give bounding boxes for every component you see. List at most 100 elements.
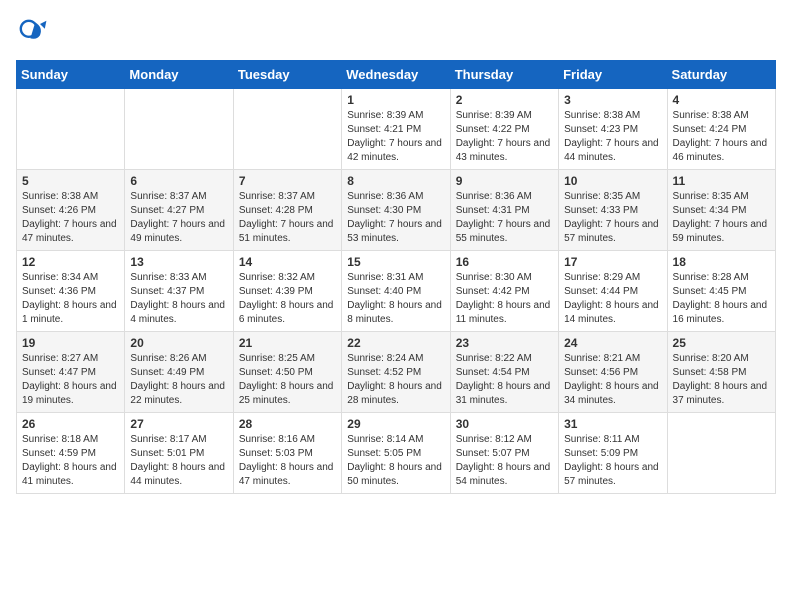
day-number: 21 [239, 336, 336, 350]
day-number: 29 [347, 417, 444, 431]
day-number: 8 [347, 174, 444, 188]
calendar-cell: 22 Sunrise: 8:24 AM Sunset: 4:52 PM Dayli… [342, 332, 450, 413]
calendar-cell: 1Sunrise: 8:39 AM Sunset: 4:21 PM Daylig… [342, 89, 450, 170]
calendar-cell: 10Sunrise: 8:35 AM Sunset: 4:33 PM Dayli… [559, 170, 667, 251]
day-info: Sunrise: 8:22 AM Sunset: 4:54 PM Dayligh… [456, 352, 553, 408]
calendar-cell: 3Sunrise: 8:38 AM Sunset: 4:23 PM Daylig… [559, 89, 667, 170]
day-number: 1 [347, 93, 444, 107]
day-info: Sunrise: 8:30 AM Sunset: 4:42 PM Dayligh… [456, 271, 553, 327]
day-number: 9 [456, 174, 553, 188]
day-number: 19 [22, 336, 119, 350]
calendar-header-row: SundayMondayTuesdayWednesdayThursdayFrid… [17, 61, 776, 89]
day-number: 31 [564, 417, 661, 431]
calendar-cell: 18 Sunrise: 8:28 AM Sunset: 4:45 PM Dayli… [667, 251, 775, 332]
calendar-cell: 7 Sunrise: 8:37 AM Sunset: 4:28 PM Daylig… [233, 170, 341, 251]
day-number: 6 [130, 174, 227, 188]
calendar-cell: 24 Sunrise: 8:21 AM Sunset: 4:56 PM Dayli… [559, 332, 667, 413]
day-info: Sunrise: 8:38 AM Sunset: 4:26 PM Dayligh… [22, 190, 119, 246]
day-info: Sunrise: 8:31 AM Sunset: 4:40 PM Dayligh… [347, 271, 444, 327]
calendar-cell: 25 Sunrise: 8:20 AM Sunset: 4:58 PM Dayli… [667, 332, 775, 413]
calendar-week-row: 1Sunrise: 8:39 AM Sunset: 4:21 PM Daylig… [17, 89, 776, 170]
day-number: 20 [130, 336, 227, 350]
day-info: Sunrise: 8:36 AM Sunset: 4:30 PM Dayligh… [347, 190, 444, 246]
day-number: 18 [673, 255, 770, 269]
day-info: Sunrise: 8:39 AM Sunset: 4:22 PM Dayligh… [456, 109, 553, 165]
day-number: 27 [130, 417, 227, 431]
day-info: Sunrise: 8:36 AM Sunset: 4:31 PM Dayligh… [456, 190, 553, 246]
calendar-cell: 4 Sunrise: 8:38 AM Sunset: 4:24 PM Daylig… [667, 89, 775, 170]
day-info: Sunrise: 8:24 AM Sunset: 4:52 PM Dayligh… [347, 352, 444, 408]
day-number: 13 [130, 255, 227, 269]
day-info: Sunrise: 8:38 AM Sunset: 4:23 PM Dayligh… [564, 109, 661, 165]
day-number: 12 [22, 255, 119, 269]
day-number: 25 [673, 336, 770, 350]
calendar-cell: 16Sunrise: 8:30 AM Sunset: 4:42 PM Dayli… [450, 251, 558, 332]
day-info: Sunrise: 8:20 AM Sunset: 4:58 PM Dayligh… [673, 352, 770, 408]
day-number: 5 [22, 174, 119, 188]
calendar-cell: 8 Sunrise: 8:36 AM Sunset: 4:30 PM Daylig… [342, 170, 450, 251]
day-info: Sunrise: 8:16 AM Sunset: 5:03 PM Dayligh… [239, 433, 336, 489]
calendar-cell [667, 413, 775, 494]
day-number: 30 [456, 417, 553, 431]
column-header-friday: Friday [559, 61, 667, 89]
day-info: Sunrise: 8:14 AM Sunset: 5:05 PM Dayligh… [347, 433, 444, 489]
day-number: 4 [673, 93, 770, 107]
calendar-cell: 30Sunrise: 8:12 AM Sunset: 5:07 PM Dayli… [450, 413, 558, 494]
calendar-cell: 6 Sunrise: 8:37 AM Sunset: 4:27 PM Daylig… [125, 170, 233, 251]
calendar-table: SundayMondayTuesdayWednesdayThursdayFrid… [16, 60, 776, 494]
page-header [16, 16, 776, 48]
calendar-cell: 17 Sunrise: 8:29 AM Sunset: 4:44 PM Dayli… [559, 251, 667, 332]
calendar-cell: 12Sunrise: 8:34 AM Sunset: 4:36 PM Dayli… [17, 251, 125, 332]
day-number: 14 [239, 255, 336, 269]
day-info: Sunrise: 8:26 AM Sunset: 4:49 PM Dayligh… [130, 352, 227, 408]
day-info: Sunrise: 8:21 AM Sunset: 4:56 PM Dayligh… [564, 352, 661, 408]
day-number: 24 [564, 336, 661, 350]
calendar-cell: 20 Sunrise: 8:26 AM Sunset: 4:49 PM Dayli… [125, 332, 233, 413]
day-info: Sunrise: 8:37 AM Sunset: 4:28 PM Dayligh… [239, 190, 336, 246]
day-number: 22 [347, 336, 444, 350]
logo-icon [16, 16, 48, 48]
column-header-tuesday: Tuesday [233, 61, 341, 89]
day-number: 11 [673, 174, 770, 188]
day-info: Sunrise: 8:38 AM Sunset: 4:24 PM Dayligh… [673, 109, 770, 165]
calendar-cell: 2 Sunrise: 8:39 AM Sunset: 4:22 PM Daylig… [450, 89, 558, 170]
day-number: 23 [456, 336, 553, 350]
day-number: 10 [564, 174, 661, 188]
calendar-week-row: 12Sunrise: 8:34 AM Sunset: 4:36 PM Dayli… [17, 251, 776, 332]
day-number: 7 [239, 174, 336, 188]
column-header-sunday: Sunday [17, 61, 125, 89]
calendar-cell [125, 89, 233, 170]
day-number: 15 [347, 255, 444, 269]
calendar-cell: 23 Sunrise: 8:22 AM Sunset: 4:54 PM Dayli… [450, 332, 558, 413]
day-info: Sunrise: 8:11 AM Sunset: 5:09 PM Dayligh… [564, 433, 661, 489]
day-info: Sunrise: 8:29 AM Sunset: 4:44 PM Dayligh… [564, 271, 661, 327]
calendar-cell: 15 Sunrise: 8:31 AM Sunset: 4:40 PM Dayli… [342, 251, 450, 332]
day-info: Sunrise: 8:37 AM Sunset: 4:27 PM Dayligh… [130, 190, 227, 246]
calendar-cell: 21 Sunrise: 8:25 AM Sunset: 4:50 PM Dayli… [233, 332, 341, 413]
day-info: Sunrise: 8:28 AM Sunset: 4:45 PM Dayligh… [673, 271, 770, 327]
calendar-cell: 26 Sunrise: 8:18 AM Sunset: 4:59 PM Dayli… [17, 413, 125, 494]
calendar-cell [233, 89, 341, 170]
calendar-cell: 19 Sunrise: 8:27 AM Sunset: 4:47 PM Dayli… [17, 332, 125, 413]
day-info: Sunrise: 8:17 AM Sunset: 5:01 PM Dayligh… [130, 433, 227, 489]
column-header-wednesday: Wednesday [342, 61, 450, 89]
column-header-thursday: Thursday [450, 61, 558, 89]
calendar-cell: 14 Sunrise: 8:32 AM Sunset: 4:39 PM Dayli… [233, 251, 341, 332]
day-info: Sunrise: 8:32 AM Sunset: 4:39 PM Dayligh… [239, 271, 336, 327]
calendar-week-row: 5 Sunrise: 8:38 AM Sunset: 4:26 PM Daylig… [17, 170, 776, 251]
column-header-monday: Monday [125, 61, 233, 89]
calendar-cell [17, 89, 125, 170]
calendar-cell: 9 Sunrise: 8:36 AM Sunset: 4:31 PM Daylig… [450, 170, 558, 251]
calendar-week-row: 26 Sunrise: 8:18 AM Sunset: 4:59 PM Dayli… [17, 413, 776, 494]
day-info: Sunrise: 8:35 AM Sunset: 4:34 PM Dayligh… [673, 190, 770, 246]
calendar-cell: 31 Sunrise: 8:11 AM Sunset: 5:09 PM Dayli… [559, 413, 667, 494]
day-info: Sunrise: 8:18 AM Sunset: 4:59 PM Dayligh… [22, 433, 119, 489]
calendar-cell: 11 Sunrise: 8:35 AM Sunset: 4:34 PM Dayli… [667, 170, 775, 251]
logo [16, 16, 52, 48]
day-number: 2 [456, 93, 553, 107]
day-number: 26 [22, 417, 119, 431]
calendar-cell: 13Sunrise: 8:33 AM Sunset: 4:37 PM Dayli… [125, 251, 233, 332]
day-info: Sunrise: 8:25 AM Sunset: 4:50 PM Dayligh… [239, 352, 336, 408]
day-number: 17 [564, 255, 661, 269]
day-info: Sunrise: 8:27 AM Sunset: 4:47 PM Dayligh… [22, 352, 119, 408]
